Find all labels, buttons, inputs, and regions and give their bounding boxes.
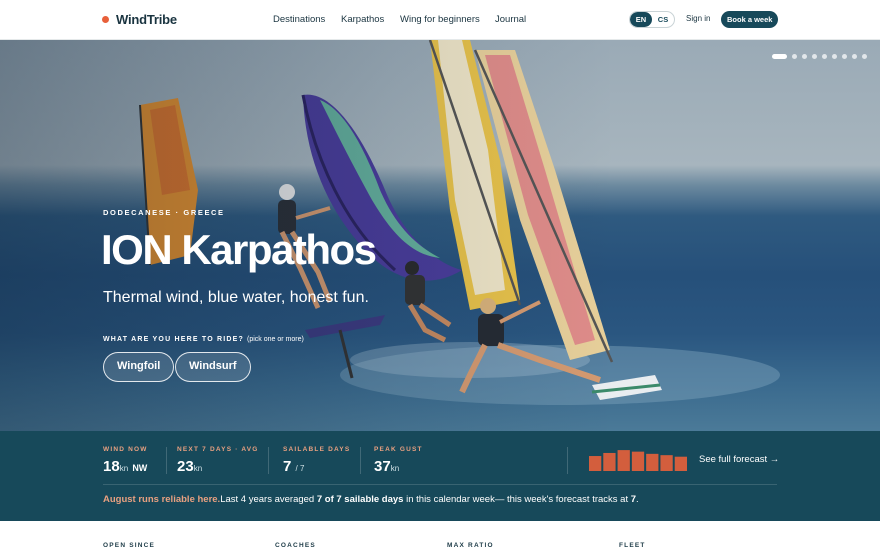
- wind-now-value: 18: [103, 458, 120, 475]
- peak-value: 37: [374, 458, 391, 475]
- book-week-button[interactable]: Book a week: [721, 11, 779, 28]
- nav-link-journal[interactable]: Journal: [495, 14, 526, 25]
- note-highlight: August runs reliable here.: [103, 494, 221, 505]
- forecast-bar: [603, 452, 616, 471]
- stats-bar: WIND NOW 18kn NW NEXT 7 DAYS · AVG 23kn …: [0, 431, 880, 521]
- stat-value: 23kn: [177, 458, 259, 475]
- carousel-dot[interactable]: [802, 54, 807, 59]
- carousel-dot[interactable]: [772, 54, 787, 59]
- logo-text: WindTribe: [116, 12, 177, 27]
- next7-value: 23: [177, 458, 194, 475]
- stat-label: PEAK GUST: [374, 446, 423, 453]
- forecast-bar: [646, 453, 659, 471]
- sailable-value: 7: [283, 458, 292, 475]
- carousel-dot[interactable]: [852, 54, 857, 59]
- stat-value: 37kn: [374, 458, 423, 475]
- divider: [360, 447, 361, 474]
- nav-link-wing-for-beginners[interactable]: Wing for beginners: [400, 14, 495, 25]
- fact-fleet: FLEET: [619, 542, 646, 549]
- forecast-bar: [631, 451, 645, 471]
- nav-link-karpathos[interactable]: Karpathos: [341, 14, 400, 25]
- stat-sailable-days: SAILABLE DAYS 7 / 7: [283, 446, 350, 475]
- peak-unit: kn: [390, 464, 400, 473]
- nav-link-destinations[interactable]: Destinations: [273, 14, 341, 25]
- carousel-dot[interactable]: [792, 54, 797, 59]
- forecast-bar: [674, 456, 687, 471]
- forecast-bar: [660, 455, 673, 471]
- carousel-dot[interactable]: [832, 54, 837, 59]
- chip-windsurf[interactable]: Windsurf: [175, 352, 251, 382]
- carousel-dot[interactable]: [812, 54, 817, 59]
- stat-value: 18kn NW: [103, 458, 148, 475]
- top-nav: WindTribe Destinations Karpathos Wing fo…: [0, 0, 880, 40]
- wind-now-direction: NW: [132, 463, 148, 473]
- note-text: in this calendar week— this week's forec…: [403, 494, 631, 505]
- logo-dot-icon: [102, 16, 109, 23]
- forecast-bar: [589, 456, 602, 471]
- ride-question: WHAT ARE YOU HERE TO RIDE? (pick one or m…: [103, 336, 304, 343]
- nav-links: Destinations Karpathos Wing for beginner…: [273, 14, 526, 25]
- forecast-bars: [589, 450, 687, 471]
- forecast-bar: [617, 450, 630, 471]
- ride-question-hint: (pick one or more): [247, 336, 304, 343]
- stat-label: WIND NOW: [103, 446, 148, 453]
- lang-cs-button[interactable]: CS: [652, 12, 674, 27]
- note-text: .: [636, 494, 639, 505]
- stat-label: SAILABLE DAYS: [283, 446, 351, 453]
- wind-now-unit: kn: [119, 464, 129, 473]
- carousel-dot[interactable]: [822, 54, 827, 59]
- divider: [103, 484, 777, 485]
- divider: [268, 447, 269, 474]
- stat-next-7-days: NEXT 7 DAYS · AVG 23kn: [177, 446, 259, 475]
- note-bold: 7 of 7 sailable days: [316, 494, 404, 505]
- hero-title: ION Karpathos: [101, 226, 377, 273]
- divider: [166, 447, 167, 474]
- lang-en-button[interactable]: EN: [630, 12, 652, 27]
- sign-in-link[interactable]: Sign in: [686, 14, 710, 23]
- hero-eyebrow: DODECANESE · GREECE: [103, 208, 225, 217]
- logo[interactable]: WindTribe: [102, 12, 177, 27]
- facts-strip: OPEN SINCE COACHES MAX RATIO FLEET: [0, 521, 880, 550]
- fact-coaches: COACHES: [275, 542, 316, 549]
- hero-section: DODECANESE · GREECE ION Karpathos Therma…: [0, 40, 880, 431]
- note-text: Last 4 years averaged: [220, 494, 317, 505]
- full-forecast-link[interactable]: See full forecast →: [699, 454, 779, 465]
- sailable-unit: / 7: [295, 464, 305, 473]
- stat-label: NEXT 7 DAYS · AVG: [177, 446, 259, 453]
- ride-question-text: WHAT ARE YOU HERE TO RIDE?: [103, 336, 245, 343]
- fact-open-since: OPEN SINCE: [103, 542, 156, 549]
- stat-peak-gust: PEAK GUST 37kn: [374, 446, 423, 475]
- chip-wingfoil[interactable]: Wingfoil: [103, 352, 175, 382]
- reliability-note: August runs reliable here.Last 4 years a…: [103, 494, 639, 505]
- language-switcher: EN CS: [629, 11, 675, 28]
- fact-max-ratio: MAX RATIO: [447, 542, 494, 549]
- next7-unit: kn: [193, 464, 203, 473]
- carousel-dots: [772, 54, 867, 59]
- divider: [567, 447, 568, 474]
- stat-wind-now: WIND NOW 18kn NW: [103, 446, 148, 475]
- carousel-dot[interactable]: [862, 54, 867, 59]
- stat-value: 7 / 7: [283, 458, 350, 475]
- hero-subtitle: Thermal wind, blue water, honest fun.: [103, 289, 369, 306]
- carousel-dot[interactable]: [842, 54, 847, 59]
